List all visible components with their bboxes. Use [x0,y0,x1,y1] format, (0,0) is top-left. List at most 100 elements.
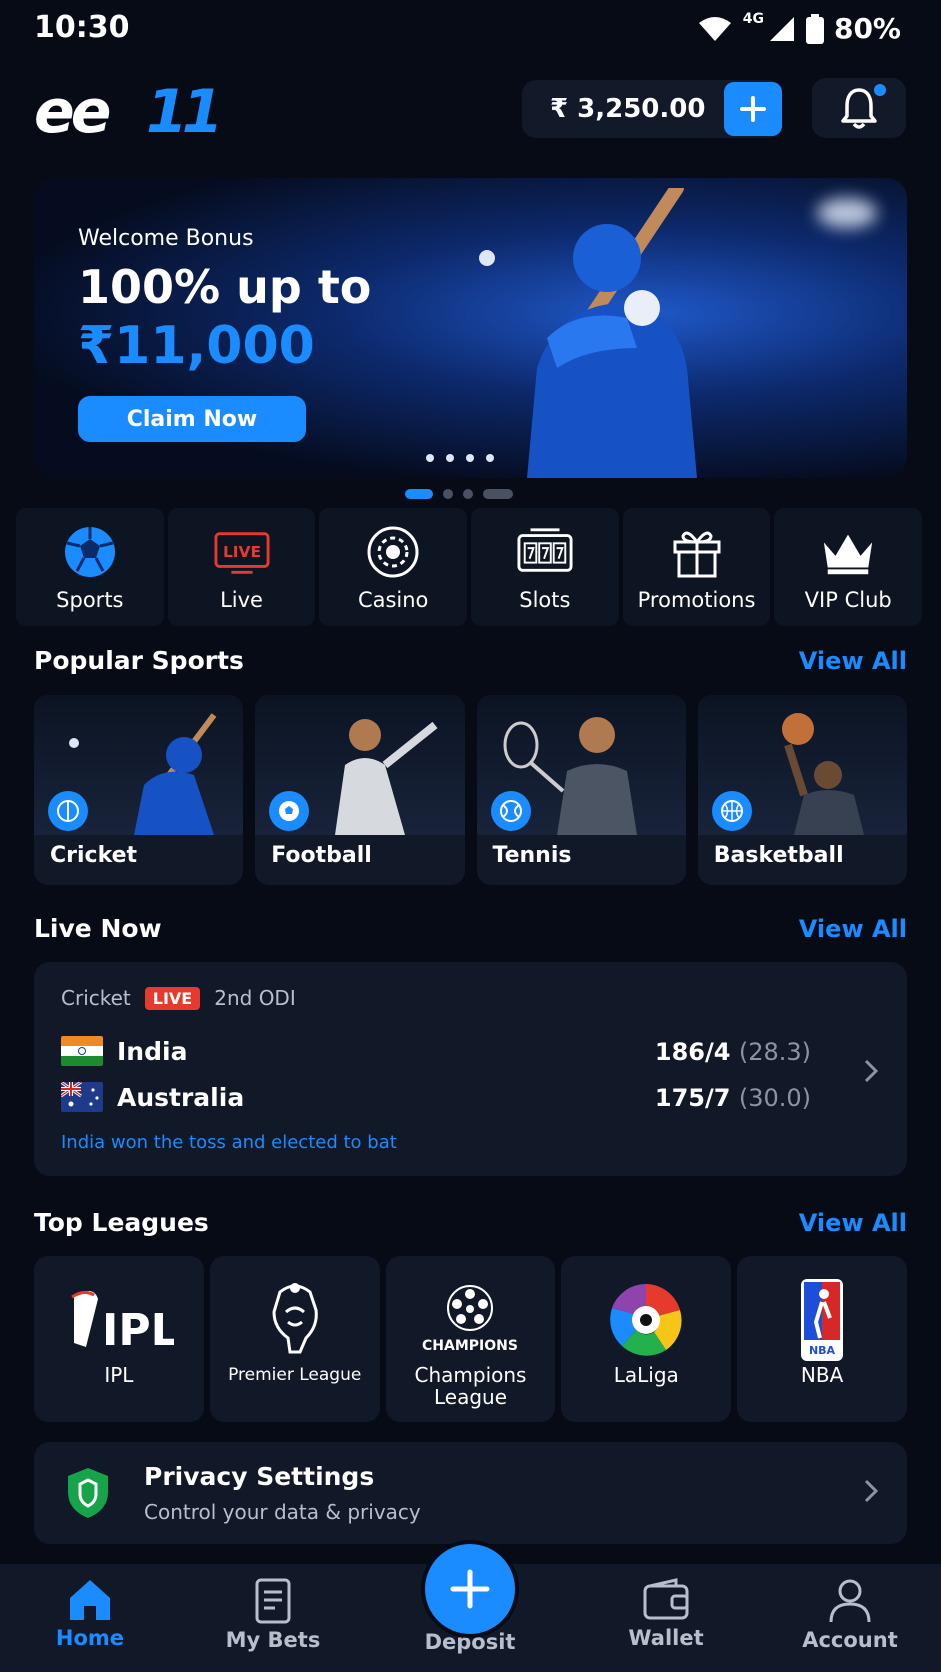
gift-icon [669,524,725,580]
sport-card-cricket[interactable]: Cricket [34,695,244,885]
tennis-ball-icon [490,791,531,831]
notification-dot [872,82,888,98]
match-meta: Cricket LIVE 2nd ODI [61,986,296,1010]
claim-now-button[interactable]: Claim Now [78,396,306,442]
sport-card-tennis[interactable]: Tennis [476,695,686,885]
team-score: 186/4 (28.3) [655,1038,811,1066]
category-vip-club[interactable]: VIP Club [774,508,923,626]
top-leagues-list: IPL IPL Premier League CHAMPIONS Champio… [34,1256,907,1422]
live-match-card[interactable]: Cricket LIVE 2nd ODI India 186/4 (28.3) … [34,962,907,1176]
privacy-settings-card[interactable]: Privacy Settings Control your data & pri… [34,1442,907,1544]
team-row: Australia [61,1082,244,1112]
nav-account[interactable]: Account [780,1578,920,1652]
status-indicators: 4G 80% [697,10,901,45]
league-label: IPL [104,1363,134,1387]
nav-label: Account [802,1628,898,1652]
live-now-view-all[interactable]: View All [799,915,907,943]
league-card-nba[interactable]: NBA NBA [737,1256,907,1422]
match-note: India won the toss and elected to bat [61,1132,397,1153]
category-promotions[interactable]: Promotions [622,508,771,626]
league-card-ipl[interactable]: IPL IPL [34,1256,204,1422]
cricket-player-illustration [479,188,697,478]
promo-banner[interactable]: Welcome Bonus 100% up to ₹11,000 Claim N… [34,178,907,478]
shield-icon [68,1468,108,1518]
score-overs: (28.3) [738,1038,811,1066]
svg-text:11: 11 [146,82,218,140]
live-icon-text: LIVE [222,543,260,561]
chevron-right-icon [864,1479,879,1503]
league-label: Premier League [228,1365,362,1385]
svg-text:ee: ee [34,82,110,140]
nav-wallet[interactable]: Wallet [596,1578,736,1650]
top-leagues-title: Top Leagues [34,1208,209,1237]
category-casino[interactable]: Casino [319,508,468,626]
wallet-balance[interactable]: ₹ 3,250.00 [522,80,782,138]
nav-label: Home [55,1626,125,1650]
chevron-right-icon [864,1059,879,1083]
add-funds-button[interactable] [724,82,782,136]
laliga-logo-icon [606,1278,686,1362]
nav-deposit-label-wrap: Deposit [400,1630,540,1654]
app-logo[interactable]: ee 11 [34,82,224,140]
team-name: Australia [117,1082,245,1112]
sport-card-basketball[interactable]: Basketball [697,695,907,885]
basketball-icon [711,791,752,831]
bottom-navigation: Home My Bets Deposit Wallet Account [0,1544,941,1672]
banner-inner-dots [426,454,494,462]
banner-amount: ₹11,000 [78,316,315,376]
category-label: Promotions [637,588,756,612]
team-row: India [61,1036,187,1066]
top-leagues-view-all[interactable]: View All [799,1209,907,1237]
sport-label: Football [271,843,372,868]
score-overs: (30.0) [738,1084,811,1112]
score-value: 175/7 [654,1084,731,1112]
team-name: India [117,1036,188,1066]
match-sport: Cricket [61,986,131,1010]
league-label: NBA [800,1363,844,1387]
ipl-logo-icon: IPL [64,1278,174,1362]
league-label: Champions League [414,1363,527,1409]
plus-icon [740,96,766,122]
banner-kicker: Welcome Bonus [78,226,254,251]
football-icon [269,791,310,831]
category-label: Slots [519,588,571,612]
slot-machine-icon [517,524,573,580]
notifications-button[interactable] [812,78,906,138]
plus-icon [450,1569,490,1609]
network-type: 4G [742,10,764,27]
category-label: Sports [56,588,124,612]
category-slots[interactable]: Slots [471,508,619,626]
sport-card-football[interactable]: Football [255,695,465,885]
battery-icon [805,13,824,44]
user-icon [829,1579,871,1623]
team-score: 175/7 (30.0) [655,1084,811,1112]
sport-label: Basketball [713,843,844,868]
casino-chip-icon [365,524,421,580]
league-card-laliga[interactable]: LaLiga [561,1256,732,1422]
sport-label: Tennis [492,843,572,868]
league-card-premier-league[interactable]: Premier League [209,1256,380,1422]
india-flag-icon [61,1036,103,1066]
privacy-title: Privacy Settings [144,1462,375,1491]
sport-label: Cricket [50,843,138,868]
popular-sports-title: Popular Sports [34,646,244,675]
home-icon [70,1580,110,1620]
deposit-button[interactable] [425,1544,515,1634]
nav-home[interactable]: Home [20,1578,160,1650]
ipl-logo-text: IPL [102,1305,174,1355]
privacy-subtitle: Control your data & privacy [144,1500,421,1524]
wallet-icon [643,1578,689,1620]
carousel-indicator[interactable] [405,489,513,499]
category-bar: Sports LIVE Live Casino Slots Promotions… [16,508,926,626]
australia-flag-icon [61,1082,103,1112]
category-live[interactable]: LIVE Live [167,508,316,626]
popular-sports-view-all[interactable]: View All [799,647,907,675]
league-card-champions-league[interactable]: CHAMPIONS Champions League [385,1256,556,1422]
premier-league-logo-icon [260,1278,330,1362]
nav-my-bets[interactable]: My Bets [203,1578,343,1652]
status-time: 10:30 [34,10,130,45]
category-sports[interactable]: Sports [16,508,164,626]
score-value: 186/4 [654,1038,731,1066]
league-label: LaLiga [613,1363,679,1387]
category-label: Live [220,588,263,612]
